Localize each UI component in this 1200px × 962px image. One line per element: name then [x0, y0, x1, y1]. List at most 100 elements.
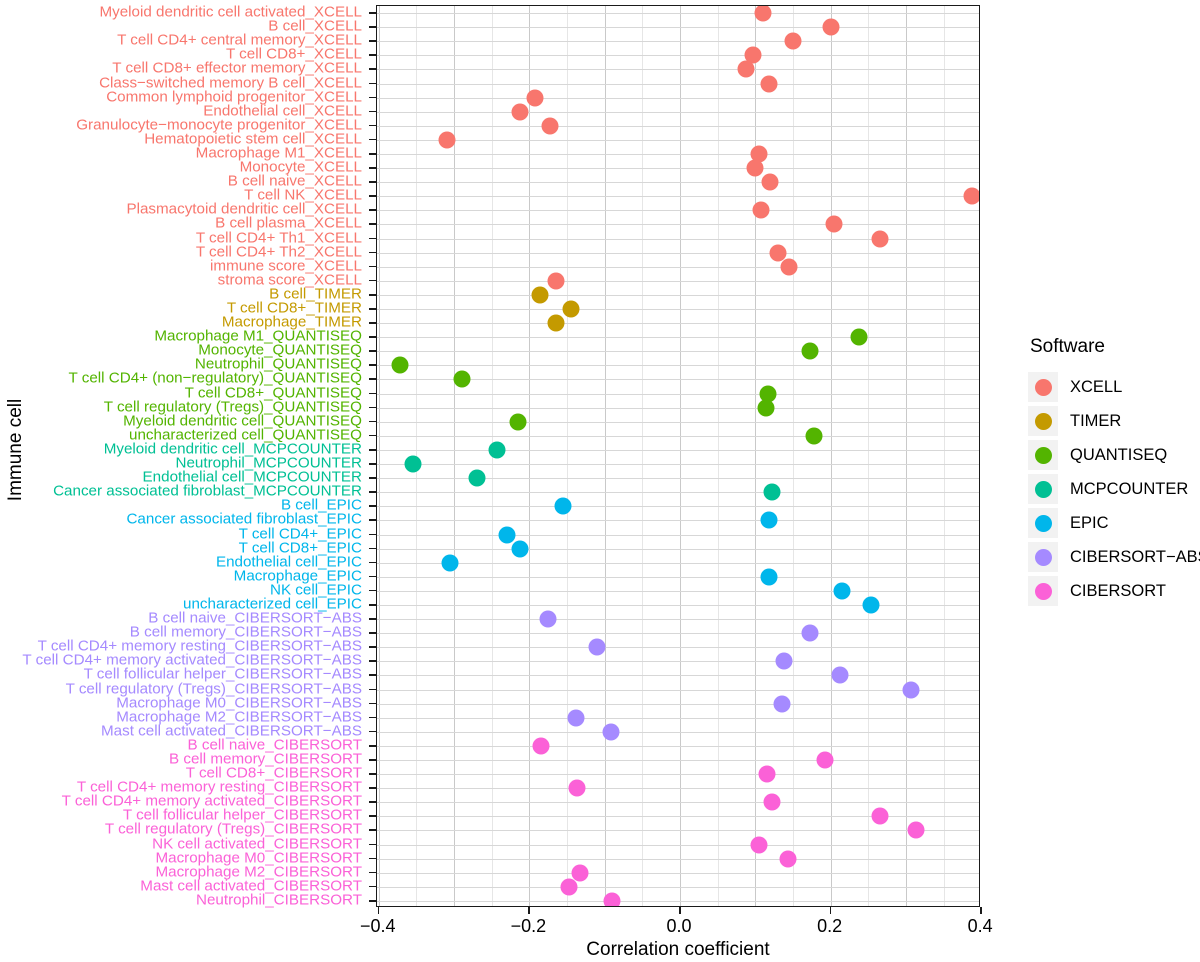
y-axis-tick [369, 110, 376, 113]
horizontal-gridline [377, 210, 979, 212]
legend-item[interactable]: CIBERSORT [1028, 574, 1200, 608]
legend-item[interactable]: CIBERSORT−ABS [1028, 540, 1200, 574]
y-axis-tick [369, 420, 376, 423]
data-point [902, 681, 920, 699]
y-axis-tick [369, 730, 376, 733]
data-point [571, 864, 589, 882]
y-axis-tick [369, 54, 376, 56]
horizontal-gridline [377, 421, 979, 423]
y-axis-tick [369, 167, 376, 169]
y-axis-tick [369, 716, 376, 719]
y-axis-tick [369, 646, 376, 648]
horizontal-gridline [377, 139, 979, 141]
horizontal-gridline [377, 661, 979, 663]
y-axis-tick [369, 519, 376, 522]
legend-swatch [1028, 406, 1058, 436]
horizontal-gridline [377, 590, 979, 592]
horizontal-gridline [377, 534, 979, 536]
horizontal-gridline [377, 168, 979, 170]
y-axis-title: Immune cell [4, 0, 28, 900]
y-tick-label: Neutrophil_CIBERSORT [195, 891, 362, 909]
y-axis-tick [369, 82, 376, 85]
legend-label: CIBERSORT [1070, 581, 1166, 600]
x-axis-tick [528, 907, 530, 914]
horizontal-gridline [377, 858, 979, 860]
y-axis-tick [369, 40, 376, 42]
data-point [801, 624, 819, 642]
x-axis-title: Correlation coefficient [586, 939, 770, 960]
legend-item[interactable]: XCELL [1028, 370, 1200, 404]
horizontal-gridline [377, 830, 979, 832]
vertical-gridline [642, 6, 644, 906]
y-axis-tick [369, 759, 376, 761]
legend-dot-icon [1034, 480, 1052, 498]
y-axis-tick [369, 251, 376, 254]
y-axis-tick [369, 265, 376, 268]
vertical-gridline [943, 6, 945, 906]
y-axis-tick [369, 209, 376, 211]
legend-item[interactable]: QUANTISEQ [1028, 438, 1200, 472]
vertical-gridline [604, 6, 606, 906]
data-point [560, 878, 578, 896]
horizontal-gridline [377, 153, 979, 155]
horizontal-gridline [377, 576, 979, 578]
horizontal-gridline [377, 125, 979, 127]
data-point [871, 807, 889, 825]
horizontal-gridline [377, 294, 979, 296]
horizontal-gridline [377, 393, 979, 395]
y-axis-tick [369, 603, 376, 606]
horizontal-gridline [377, 351, 979, 353]
legend-item[interactable]: EPIC [1028, 506, 1200, 540]
x-axis-tick [829, 907, 832, 914]
data-point [554, 497, 572, 515]
data-point [763, 483, 781, 501]
horizontal-gridline [377, 13, 979, 15]
horizontal-gridline [377, 111, 979, 113]
legend-dot-icon [1034, 582, 1052, 600]
data-point [468, 469, 486, 487]
x-axis-tick [679, 907, 681, 914]
y-axis-tick [369, 181, 376, 183]
y-axis-tick [369, 618, 376, 620]
data-point [547, 314, 565, 332]
horizontal-gridline [377, 449, 979, 451]
data-point [539, 610, 557, 628]
legend-item[interactable]: TIMER [1028, 404, 1200, 438]
horizontal-gridline [377, 717, 979, 719]
data-point [760, 75, 778, 93]
data-point [391, 356, 409, 374]
data-point [588, 638, 606, 656]
data-point [831, 666, 849, 684]
x-axis-tick [377, 907, 380, 914]
data-point [441, 554, 459, 572]
legend-item[interactable]: MCPCOUNTER [1028, 472, 1200, 506]
y-axis-tick [369, 885, 376, 888]
legend-label: EPIC [1070, 513, 1109, 532]
x-tick-label: 0.0 [666, 916, 692, 936]
x-tick-label: 0.2 [817, 916, 843, 936]
vertical-gridline [378, 6, 380, 906]
data-point [773, 695, 791, 713]
legend-swatch [1028, 508, 1058, 538]
data-point [780, 258, 798, 276]
data-point [833, 582, 851, 600]
data-point [763, 793, 781, 811]
data-point [498, 526, 516, 544]
data-point [532, 737, 550, 755]
horizontal-gridline [377, 788, 979, 790]
y-axis-tick [369, 801, 376, 803]
vertical-gridline [717, 6, 719, 906]
data-point [760, 511, 778, 529]
horizontal-gridline [377, 760, 979, 762]
plot-panel [376, 5, 980, 907]
horizontal-gridline [377, 703, 979, 705]
y-axis-tick [369, 702, 376, 705]
horizontal-gridline [377, 69, 979, 71]
horizontal-gridline [377, 604, 979, 606]
x-tick-label: 0.4 [967, 916, 993, 936]
y-axis-tick [369, 124, 376, 127]
legend-swatch [1028, 474, 1058, 504]
y-axis-tick [369, 547, 376, 550]
y-axis-tick [369, 674, 376, 677]
vertical-gridline [567, 6, 569, 906]
